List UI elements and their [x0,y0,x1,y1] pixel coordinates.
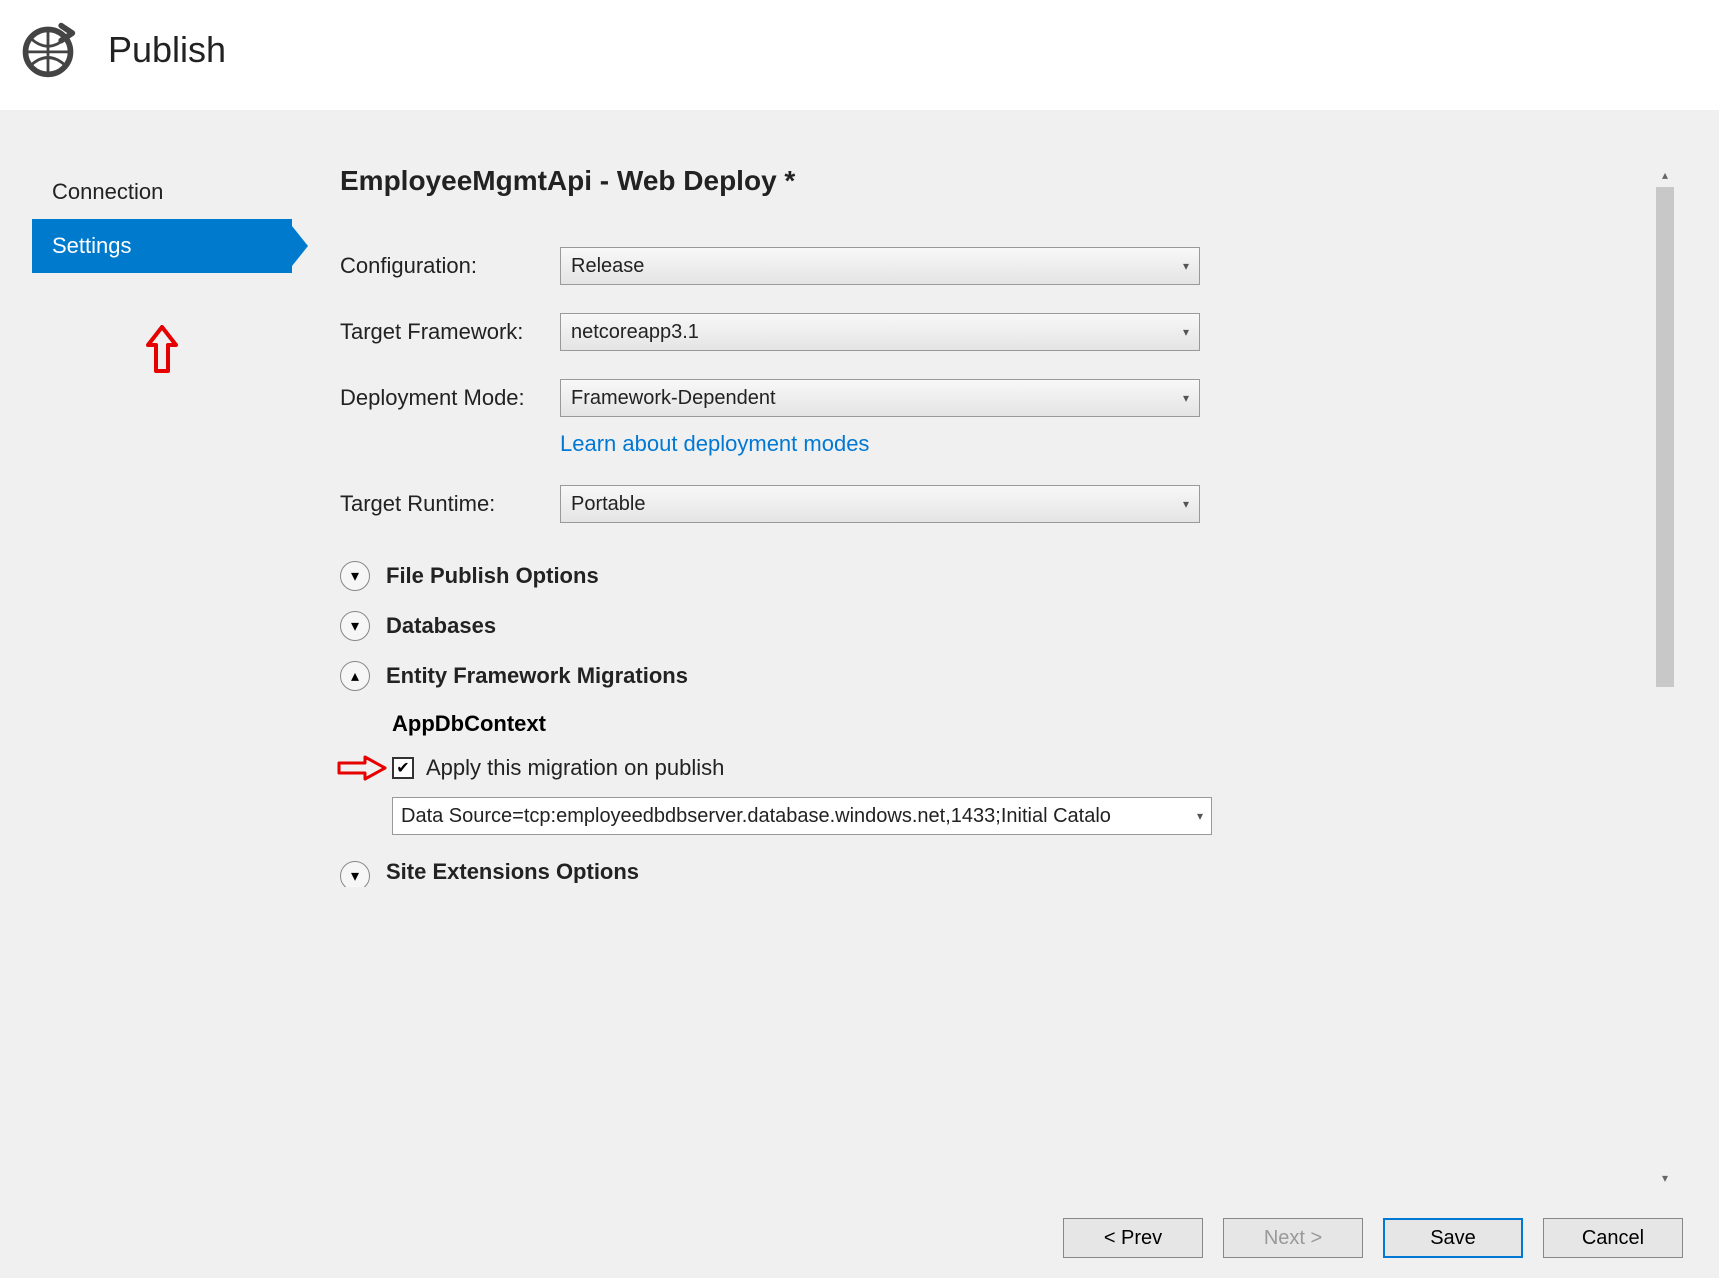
row-target-framework: Target Framework: netcoreapp3.1 ▾ [340,313,1679,351]
select-deployment-mode-value: Framework-Dependent [571,387,776,410]
scroll-thumb[interactable] [1656,187,1674,687]
chevron-down-icon: ▾ [351,616,359,636]
header-title: Publish [108,29,226,71]
section-databases-title: Databases [386,613,496,639]
section-file-publish: ▾ File Publish Options [340,561,1679,591]
ef-migrations-content: AppDbContext ✔ Apply this migration on p… [392,711,1679,835]
section-databases: ▾ Databases [340,611,1679,641]
label-target-framework: Target Framework: [340,319,560,345]
select-target-runtime[interactable]: Portable ▾ [560,485,1200,523]
section-ef-migrations: ▴ Entity Framework Migrations [340,661,1679,691]
expander-site-extensions[interactable]: ▾ [340,861,370,887]
annotation-arrow-up-icon [142,325,182,380]
chevron-up-icon: ▴ [351,666,359,686]
select-deployment-mode[interactable]: Framework-Dependent ▾ [560,379,1200,417]
row-deploy-link: Learn about deployment modes [560,431,1679,457]
cancel-button[interactable]: Cancel [1543,1218,1683,1258]
row-deployment-mode: Deployment Mode: Framework-Dependent ▾ [340,379,1679,417]
section-ef-migrations-title: Entity Framework Migrations [386,663,688,689]
row-apply-migration: ✔ Apply this migration on publish [392,755,1679,781]
select-configuration[interactable]: Release ▾ [560,247,1200,285]
row-configuration: Configuration: Release ▾ [340,247,1679,285]
section-file-publish-title: File Publish Options [386,563,599,589]
chevron-down-icon: ▾ [1197,809,1203,823]
row-target-runtime: Target Runtime: Portable ▾ [340,485,1679,523]
select-target-runtime-value: Portable [571,493,646,516]
page-title: EmployeeMgmtApi - Web Deploy * [340,165,1679,197]
select-connection-string[interactable]: Data Source=tcp:employeedbdbserver.datab… [392,797,1212,835]
scrollbar[interactable]: ▴ ▾ [1655,165,1675,1188]
sidebar: Connection Settings [32,165,292,273]
footer-buttons: < Prev Next > Save Cancel [1063,1218,1683,1258]
label-configuration: Configuration: [340,253,560,279]
body-area: Connection Settings EmployeeMgmtApi - We… [0,110,1719,1278]
chevron-down-icon: ▾ [351,566,359,586]
expander-file-publish[interactable]: ▾ [340,561,370,591]
sidebar-item-connection[interactable]: Connection [32,165,292,219]
chevron-down-icon: ▾ [1183,497,1189,511]
main-panel: EmployeeMgmtApi - Web Deploy * Configura… [340,165,1679,1188]
header: Publish [0,0,1719,110]
select-target-framework-value: netcoreapp3.1 [571,321,699,344]
select-configuration-value: Release [571,255,644,278]
link-learn-deployment-modes[interactable]: Learn about deployment modes [560,431,869,456]
sidebar-item-settings[interactable]: Settings [32,219,292,273]
annotation-arrow-right-icon [337,755,387,786]
label-deployment-mode: Deployment Mode: [340,385,560,411]
prev-button[interactable]: < Prev [1063,1218,1203,1258]
section-site-extensions: ▾ Site Extensions Options [340,861,1679,887]
checkbox-apply-migration[interactable]: ✔ [392,757,414,779]
publish-globe-icon [18,20,78,80]
section-site-extensions-title: Site Extensions Options [386,861,639,883]
chevron-down-icon: ▾ [1183,259,1189,273]
chevron-down-icon: ▾ [1183,391,1189,405]
expander-ef-migrations[interactable]: ▴ [340,661,370,691]
select-target-framework[interactable]: netcoreapp3.1 ▾ [560,313,1200,351]
save-button[interactable]: Save [1383,1218,1523,1258]
ef-context-heading: AppDbContext [392,711,1679,737]
chevron-down-icon: ▾ [1183,325,1189,339]
connection-string-value: Data Source=tcp:employeedbdbserver.datab… [401,805,1111,828]
chevron-down-icon: ▾ [351,866,359,886]
scroll-down-icon[interactable]: ▾ [1655,1168,1675,1188]
label-apply-migration: Apply this migration on publish [426,755,724,781]
next-button[interactable]: Next > [1223,1218,1363,1258]
label-target-runtime: Target Runtime: [340,491,560,517]
expander-databases[interactable]: ▾ [340,611,370,641]
scroll-up-icon[interactable]: ▴ [1655,165,1675,185]
